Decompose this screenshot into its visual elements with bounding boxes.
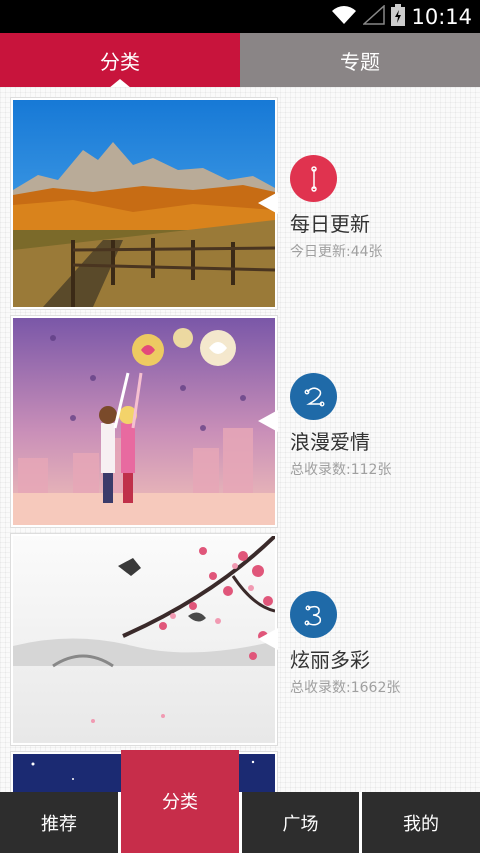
battery-icon <box>391 3 406 30</box>
thumbnail-image <box>13 536 275 743</box>
category-list[interactable]: 每日更新 今日更新:44张 浪漫爱情 总收录数:112张 炫丽多彩 总收录数:1… <box>0 87 480 793</box>
status-icons: 10:14 <box>331 0 472 33</box>
status-bar: 10:14 <box>0 0 480 33</box>
nav-mine[interactable]: 我的 <box>362 792 480 853</box>
category-subtitle: 总收录数:1662张 <box>290 680 401 696</box>
category-title: 浪漫爱情 <box>290 430 370 454</box>
category-subtitle: 总收录数:112张 <box>290 462 392 478</box>
card-pointer <box>258 192 278 214</box>
bottom-nav: 推荐 广场 我的 <box>0 792 480 853</box>
number-one-icon <box>290 155 337 202</box>
wifi-icon <box>331 5 357 29</box>
nav-square[interactable]: 广场 <box>242 792 359 853</box>
signal-icon <box>362 3 386 29</box>
status-time: 10:14 <box>411 4 472 29</box>
category-subtitle: 今日更新:44张 <box>290 244 383 260</box>
category-title: 每日更新 <box>290 212 370 236</box>
category-card-romance[interactable] <box>10 315 278 528</box>
category-card-daily[interactable] <box>10 97 278 310</box>
thumbnail-image <box>13 100 275 307</box>
category-info-daily[interactable]: 每日更新 今日更新:44张 <box>290 155 470 261</box>
top-tabs: 分类 专题 <box>0 33 480 88</box>
nav-category[interactable]: 分类 <box>121 750 239 853</box>
category-title: 炫丽多彩 <box>290 648 370 672</box>
category-card-colorful[interactable] <box>10 533 278 746</box>
nav-recommend[interactable]: 推荐 <box>0 792 118 853</box>
number-two-icon <box>290 373 337 420</box>
card-pointer <box>258 410 278 432</box>
tab-topic[interactable]: 专题 <box>240 33 480 87</box>
card-pointer <box>258 628 278 650</box>
thumbnail-image <box>13 318 275 525</box>
category-info-romance[interactable]: 浪漫爱情 总收录数:112张 <box>290 373 470 479</box>
number-three-icon <box>290 591 337 638</box>
category-info-colorful[interactable]: 炫丽多彩 总收录数:1662张 <box>290 591 470 697</box>
tab-category[interactable]: 分类 <box>0 33 240 88</box>
